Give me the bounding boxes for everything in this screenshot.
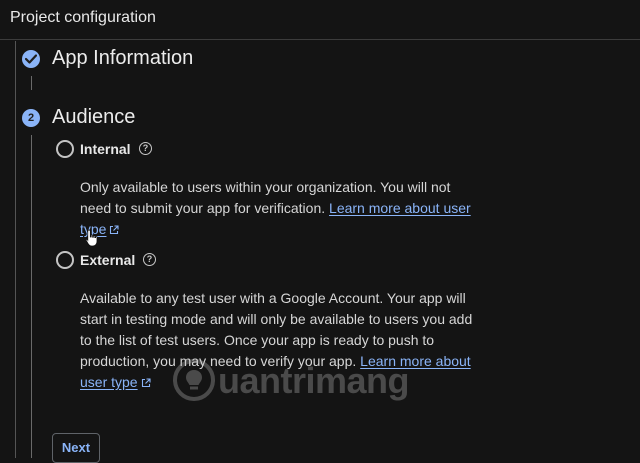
hand-pointer-icon [85,229,98,247]
page-title: Project configuration [10,9,156,26]
check-icon [25,54,37,64]
header-bar: Project configuration [0,0,640,40]
step-title-app-information[interactable]: App Information [52,47,193,70]
option-description-internal: Only available to users within your orga… [80,177,480,240]
step-completed-icon [22,50,40,68]
step-title-audience: Audience [52,106,136,128]
step-number-badge: 2 [22,109,40,127]
radio-external[interactable] [56,251,74,269]
radio-internal[interactable] [56,140,74,158]
watermark-text: uantrimang [218,360,410,401]
left-rail-divider [15,41,16,458]
step-connector [31,135,32,458]
help-icon[interactable]: ? [139,142,152,155]
option-label-internal[interactable]: Internal [80,141,131,157]
watermark-bulb-icon [173,359,215,401]
external-link-icon [110,225,120,235]
external-link-icon [141,378,151,388]
next-button[interactable]: Next [52,433,100,463]
watermark-logo: uantrimang [172,358,410,407]
option-label-external[interactable]: External [80,252,135,268]
help-icon[interactable]: ? [143,253,156,266]
step-connector [31,76,32,90]
